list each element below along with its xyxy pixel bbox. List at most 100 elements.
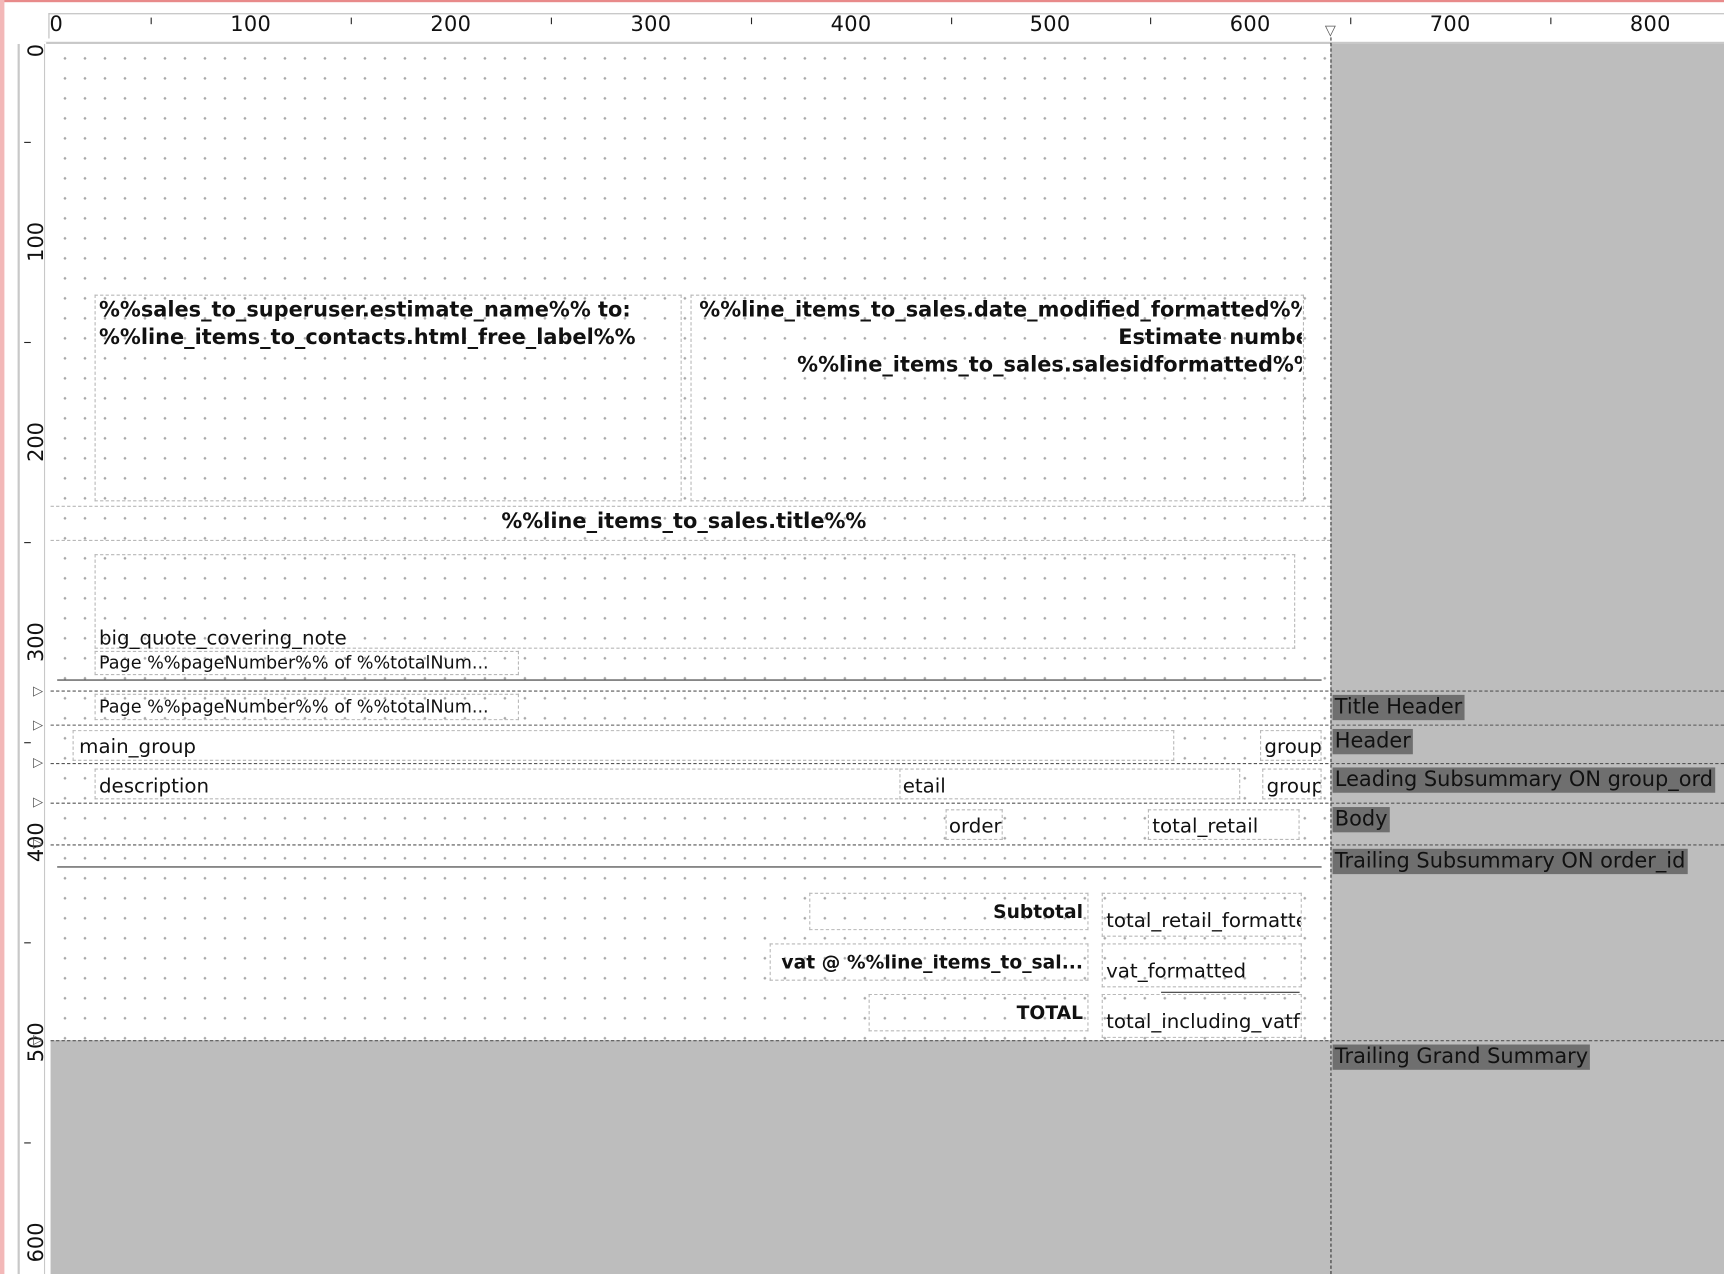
ruler-tick bbox=[150, 17, 152, 25]
main-group-field: main_group bbox=[79, 735, 197, 759]
vat-value-box[interactable]: vat_formatted bbox=[1101, 943, 1302, 988]
part-boundary-marker[interactable]: ▷ bbox=[33, 795, 46, 808]
description-field-box[interactable]: description bbox=[94, 768, 904, 800]
ruler-tick bbox=[350, 17, 352, 25]
part-label-leading-subsummary[interactable]: Leading Subsummary ON group_ord bbox=[1332, 767, 1716, 793]
vertical-ruler: 0 100 200 300 400 500 600 ▷ ▷ ▷ ▷ ▷ ▷ bbox=[6, 41, 49, 1274]
ruler-tick bbox=[1350, 17, 1352, 25]
part-boundary-marker[interactable]: ▷ bbox=[33, 1032, 46, 1045]
part-label-trailing-grand-summary[interactable]: Trailing Grand Summary bbox=[1332, 1044, 1591, 1070]
main-group-field-box[interactable]: main_group bbox=[72, 730, 1175, 761]
title-page-number-field: Page %%pageNumber%% of %%totalNum... bbox=[98, 652, 489, 673]
total-underline[interactable] bbox=[1161, 991, 1300, 993]
ruler-tick bbox=[550, 17, 552, 25]
ruler-tick bbox=[24, 542, 31, 544]
total-label: TOTAL bbox=[1016, 1002, 1084, 1025]
body-group-field: group bbox=[1266, 775, 1322, 799]
layout-editor: 0 100 200 300 400 500 600 700 800 0 100 … bbox=[0, 0, 1724, 1274]
part-boundary-marker[interactable]: ▷ bbox=[33, 684, 46, 697]
ruler-label-800: 800 bbox=[1629, 12, 1671, 37]
ruler-label-0: 0 bbox=[49, 12, 63, 37]
part-label-header[interactable]: Header bbox=[1332, 728, 1414, 755]
ruler-tick bbox=[750, 17, 753, 25]
ruler-label-700: 700 bbox=[1429, 12, 1471, 37]
estimate-name-field[interactable]: %%sales_to_superuser.estimate_name%% to: bbox=[99, 298, 631, 322]
grand-summary-boundary[interactable] bbox=[50, 1040, 1724, 1042]
ruler-tick bbox=[1150, 17, 1152, 25]
ruler-tick bbox=[24, 141, 31, 143]
title-divider-line[interactable] bbox=[57, 679, 1322, 681]
part-boundary-marker[interactable]: ▷ bbox=[33, 837, 46, 850]
horizontal-ruler: 0 100 200 300 400 500 600 700 800 bbox=[43, 4, 1724, 44]
ruler-tick bbox=[1550, 17, 1552, 25]
total-value-box[interactable]: total_including_vatformatted bbox=[1101, 993, 1302, 1038]
leading-group-field-box[interactable]: group bbox=[1260, 730, 1322, 761]
retail-field: etail bbox=[902, 775, 946, 799]
ruler-label-500: 500 bbox=[1029, 12, 1071, 37]
order-field: order bbox=[948, 814, 1002, 838]
body-boundary[interactable] bbox=[50, 802, 1724, 804]
ruler-tick bbox=[24, 341, 31, 344]
below-layout-area bbox=[50, 1040, 1331, 1274]
total-value-field: total_including_vatformatted bbox=[1106, 1010, 1301, 1034]
date-modified-field: %%line_items_to_sales.date_modified_form… bbox=[699, 297, 1302, 323]
page-right-margin-line bbox=[1330, 37, 1332, 1274]
estimate-number-label: Estimate number bbox=[1118, 325, 1302, 350]
estimate-number-label-box[interactable]: Estimate number bbox=[695, 325, 1302, 351]
header-boundary[interactable] bbox=[50, 724, 1724, 726]
subtotal-value-box[interactable]: total_retail_formatted bbox=[1101, 892, 1302, 937]
ruler-tick bbox=[24, 742, 31, 744]
horizontal-ruler-edge bbox=[48, 13, 1724, 39]
ruler-label-200: 200 bbox=[430, 12, 472, 37]
part-boundary-marker[interactable]: ▷ bbox=[33, 718, 46, 731]
ruler-label-600: 600 bbox=[1229, 12, 1271, 37]
retail-field-box[interactable]: etail bbox=[899, 768, 1241, 800]
subtotal-label: Subtotal bbox=[993, 901, 1084, 924]
part-label-trailing-subsummary[interactable]: Trailing Subsummary ON order_id bbox=[1332, 848, 1688, 875]
ruler-tick bbox=[24, 1142, 31, 1144]
date-modified-field-box[interactable]: %%line_items_to_sales.date_modified_form… bbox=[695, 298, 1302, 324]
ruler-label-v300: 300 bbox=[24, 622, 49, 663]
ruler-label-v600: 600 bbox=[24, 1222, 49, 1263]
title-header-boundary[interactable] bbox=[50, 690, 1724, 692]
contact-label-field[interactable]: %%line_items_to_contacts.html_free_label… bbox=[99, 325, 636, 349]
sales-id-field-box[interactable]: %%line_items_to_sales.salesidformatted%% bbox=[695, 353, 1302, 379]
ruler-label-400: 400 bbox=[830, 12, 872, 37]
vat-label-box[interactable]: vat @ %%line_items_to_sal... bbox=[769, 943, 1089, 981]
total-retail-field-box[interactable]: total_retail bbox=[1147, 809, 1300, 841]
summary-divider-line[interactable] bbox=[57, 866, 1322, 868]
part-label-title-header[interactable]: Title Header bbox=[1332, 694, 1465, 721]
title-page-number-box[interactable]: Page %%pageNumber%% of %%totalNum... bbox=[94, 650, 519, 676]
trailing-subsummary-boundary[interactable] bbox=[50, 844, 1724, 846]
ruler-label-300: 300 bbox=[630, 12, 672, 37]
subtotal-label-box[interactable]: Subtotal bbox=[809, 892, 1089, 931]
outside-page-area bbox=[1330, 43, 1724, 1274]
total-retail-field: total_retail bbox=[1152, 814, 1259, 838]
description-field: description bbox=[98, 775, 210, 799]
header-page-number-box[interactable]: Page %%pageNumber%% of %%totalNum... bbox=[94, 693, 519, 721]
order-field-box[interactable]: order bbox=[945, 809, 1003, 841]
page-width-handle[interactable]: ▽ bbox=[1323, 24, 1338, 39]
ruler-label-v200: 200 bbox=[24, 422, 49, 462]
ruler-label-v0: 0 bbox=[24, 43, 49, 58]
ruler-label-v100: 100 bbox=[24, 221, 49, 262]
window-top-edge bbox=[0, 0, 1724, 3]
body-group-field-box[interactable]: group bbox=[1262, 768, 1322, 800]
subtotal-value-field: total_retail_formatted bbox=[1106, 909, 1302, 933]
leading-subsummary-boundary[interactable] bbox=[50, 763, 1724, 765]
vat-label: vat @ %%line_items_to_sal... bbox=[781, 952, 1084, 975]
ruler-label-100: 100 bbox=[230, 12, 272, 37]
sales-title-field[interactable]: %%line_items_to_sales.title%% bbox=[501, 509, 866, 533]
leading-group-field: group bbox=[1264, 735, 1322, 759]
vat-value-field: vat_formatted bbox=[1106, 959, 1247, 983]
part-boundary-marker[interactable]: ▷ bbox=[33, 755, 46, 768]
sales-id-field: %%line_items_to_sales.salesidformatted%% bbox=[797, 352, 1302, 378]
part-label-body[interactable]: Body bbox=[1332, 807, 1390, 833]
covering-note-field[interactable]: big_quote_covering_note bbox=[99, 627, 347, 650]
window-left-edge bbox=[0, 0, 5, 1274]
header-page-number-field: Page %%pageNumber%% of %%totalNum... bbox=[98, 695, 489, 717]
total-label-box[interactable]: TOTAL bbox=[868, 993, 1089, 1032]
ruler-tick bbox=[24, 942, 31, 944]
ruler-tick bbox=[951, 17, 953, 25]
layout-canvas[interactable] bbox=[50, 43, 1331, 1041]
